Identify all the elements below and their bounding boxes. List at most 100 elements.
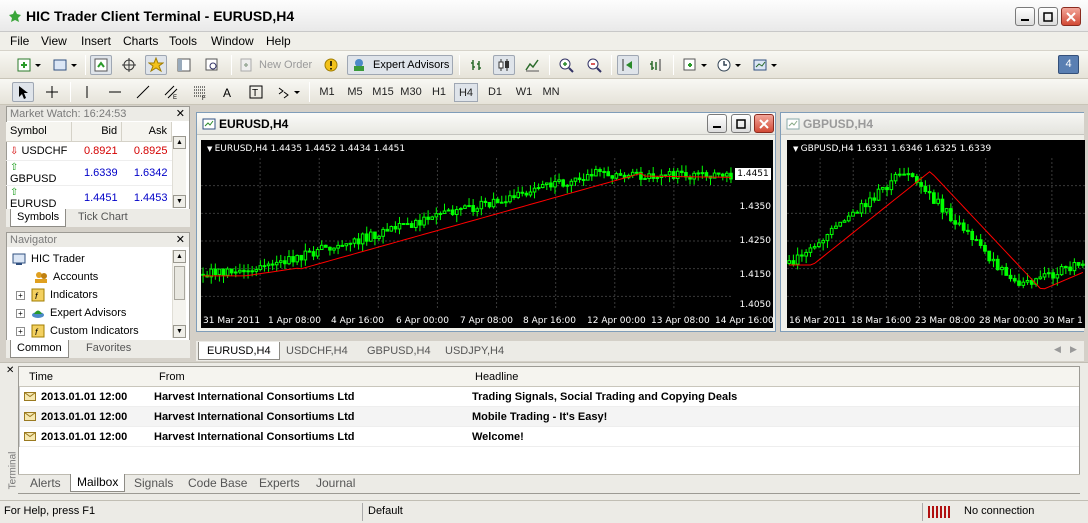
symbol-row[interactable]: ⇩ USDCHF 0.8921 0.8925	[6, 141, 172, 161]
chart-maximize-button[interactable]	[731, 114, 751, 133]
chart-close-button[interactable]	[754, 114, 774, 133]
bar-chart-button[interactable]	[466, 55, 488, 75]
tab-experts[interactable]: Experts	[253, 475, 306, 493]
tab-mailbox[interactable]: Mailbox	[70, 474, 126, 492]
templates-menu-button[interactable]	[750, 55, 780, 75]
symbol-row[interactable]: ⇧ GBPUSD 1.6339 1.6342	[6, 160, 172, 186]
timeframe-d1[interactable]: D1	[484, 83, 506, 102]
new-chart-button[interactable]	[14, 55, 44, 75]
terminal-toggle[interactable]	[173, 55, 195, 75]
menu-view[interactable]: View	[41, 34, 67, 48]
minimize-button[interactable]	[1015, 7, 1035, 26]
column-ask[interactable]: Ask	[121, 122, 172, 142]
tab-signals[interactable]: Signals	[128, 475, 179, 493]
fibonacci-tool[interactable]: F	[189, 82, 211, 102]
text-tool[interactable]: A	[217, 82, 239, 102]
expand-icon[interactable]: +	[16, 326, 25, 336]
zoom-out-button[interactable]	[583, 55, 605, 75]
zoom-in-button[interactable]	[555, 55, 577, 75]
tab-symbols[interactable]: Symbols	[10, 209, 67, 227]
menu-file[interactable]: File	[10, 34, 29, 48]
chart-shift-button[interactable]	[645, 55, 667, 75]
market-watch-toggle[interactable]	[90, 55, 112, 75]
scroll-up-icon[interactable]: ▲	[173, 136, 186, 149]
tab-journal[interactable]: Journal	[310, 475, 361, 493]
data-window-button[interactable]	[118, 55, 140, 75]
menu-charts[interactable]: Charts	[123, 34, 158, 48]
tab-eurusd-h4[interactable]: EURUSD,H4	[198, 342, 280, 360]
periods-menu-button[interactable]	[714, 55, 744, 75]
tabs-scroll-right-icon[interactable]: ▶	[1070, 344, 1077, 355]
tab-common[interactable]: Common	[10, 340, 69, 358]
scroll-thumb[interactable]	[174, 266, 185, 300]
equidistant-channel-tool[interactable]: E	[160, 82, 182, 102]
tab-code-base[interactable]: Code Base	[182, 475, 253, 493]
symbol-row[interactable]: ⇧ EURUSD 1.4451 1.4453	[6, 185, 172, 211]
vertical-line-tool[interactable]	[76, 82, 98, 102]
menu-insert[interactable]: Insert	[81, 34, 111, 48]
column-bid[interactable]: Bid	[71, 122, 123, 142]
scroll-down-icon[interactable]: ▼	[173, 325, 186, 338]
timeframe-w1[interactable]: W1	[512, 83, 536, 102]
expand-icon[interactable]: +	[16, 290, 25, 300]
eurusd-chart-canvas[interactable]: ▼ EURUSD,H4 1.4435 1.4452 1.4434 1.4451 …	[201, 140, 774, 328]
column-headline[interactable]: Headline	[475, 371, 518, 383]
timeframe-mn[interactable]: MN	[539, 83, 563, 102]
nav-item-hic-trader[interactable]: HIC Trader	[12, 250, 85, 268]
navigator-scrollbar[interactable]: ▲ ▼	[172, 250, 186, 338]
timeframe-m5[interactable]: M5	[343, 83, 367, 102]
close-button[interactable]	[1061, 7, 1081, 26]
menu-help[interactable]: Help	[266, 34, 291, 48]
column-symbol[interactable]: Symbol	[6, 122, 73, 142]
timeframe-h4[interactable]: H4	[454, 83, 478, 102]
autotrading-warning-button[interactable]	[320, 55, 342, 75]
scroll-down-icon[interactable]: ▼	[173, 195, 186, 208]
nav-item-custom-indicators[interactable]: + f Custom Indicators	[16, 322, 139, 340]
navigator-close-icon[interactable]: ✕	[176, 233, 185, 247]
nav-item-indicators[interactable]: + f Indicators	[16, 286, 98, 304]
nav-item-accounts[interactable]: Accounts	[34, 268, 98, 286]
strategy-tester-button[interactable]	[201, 55, 223, 75]
crosshair-tool[interactable]	[41, 82, 63, 102]
nav-item-expert-advisors[interactable]: + Expert Advisors	[16, 304, 126, 322]
tab-usdchf-h4[interactable]: USDCHF,H4	[278, 342, 356, 360]
tab-favorites[interactable]: Favorites	[80, 340, 137, 358]
market-watch-close-icon[interactable]: ✕	[176, 107, 185, 121]
auto-scroll-button[interactable]	[617, 55, 639, 75]
alerts-counter-badge[interactable]: 4	[1058, 55, 1079, 74]
text-label-tool[interactable]: T	[245, 82, 267, 102]
tab-gbpusd-h4[interactable]: GBPUSD,H4	[359, 342, 439, 360]
chart-minimize-button[interactable]	[707, 114, 727, 133]
candlestick-button[interactable]	[493, 55, 515, 75]
new-order-button[interactable]: New Order	[238, 55, 318, 75]
menu-window[interactable]: Window	[211, 34, 254, 48]
mail-row[interactable]: 2013.01.01 12:00 Harvest International C…	[19, 407, 1079, 427]
scroll-up-icon[interactable]: ▲	[173, 250, 186, 263]
profiles-button[interactable]	[50, 55, 80, 75]
navigator-toggle[interactable]	[145, 55, 167, 75]
tab-alerts[interactable]: Alerts	[24, 475, 67, 493]
column-from[interactable]: From	[159, 371, 185, 383]
tab-tick-chart[interactable]: Tick Chart	[72, 209, 134, 227]
mail-row[interactable]: 2013.01.01 12:00 Harvest International C…	[19, 387, 1079, 407]
cursor-tool[interactable]	[12, 82, 34, 102]
timeframe-m15[interactable]: M15	[370, 83, 396, 102]
terminal-close-icon[interactable]: ✕	[6, 365, 14, 376]
tabs-scroll-left-icon[interactable]: ◀	[1054, 344, 1061, 355]
trendline-tool[interactable]	[132, 82, 154, 102]
timeframe-h1[interactable]: H1	[428, 83, 450, 102]
maximize-button[interactable]	[1038, 7, 1058, 26]
menu-tools[interactable]: Tools	[169, 34, 197, 48]
line-chart-button[interactable]	[521, 55, 543, 75]
expand-icon[interactable]: +	[16, 308, 25, 318]
column-time[interactable]: Time	[29, 371, 53, 383]
mail-row[interactable]: 2013.01.01 12:00 Harvest International C…	[19, 427, 1079, 447]
horizontal-line-tool[interactable]	[104, 82, 126, 102]
indicators-menu-button[interactable]	[680, 55, 710, 75]
expert-advisors-button[interactable]: Expert Advisors	[347, 55, 453, 75]
arrows-menu-tool[interactable]	[273, 82, 303, 102]
timeframe-m30[interactable]: M30	[398, 83, 424, 102]
tab-usdjpy-h4[interactable]: USDJPY,H4	[437, 342, 512, 360]
gbpusd-chart-canvas[interactable]: ▼ GBPUSD,H4 1.6331 1.6346 1.6325 1.6339 …	[787, 140, 1085, 328]
timeframe-m1[interactable]: M1	[316, 83, 338, 102]
